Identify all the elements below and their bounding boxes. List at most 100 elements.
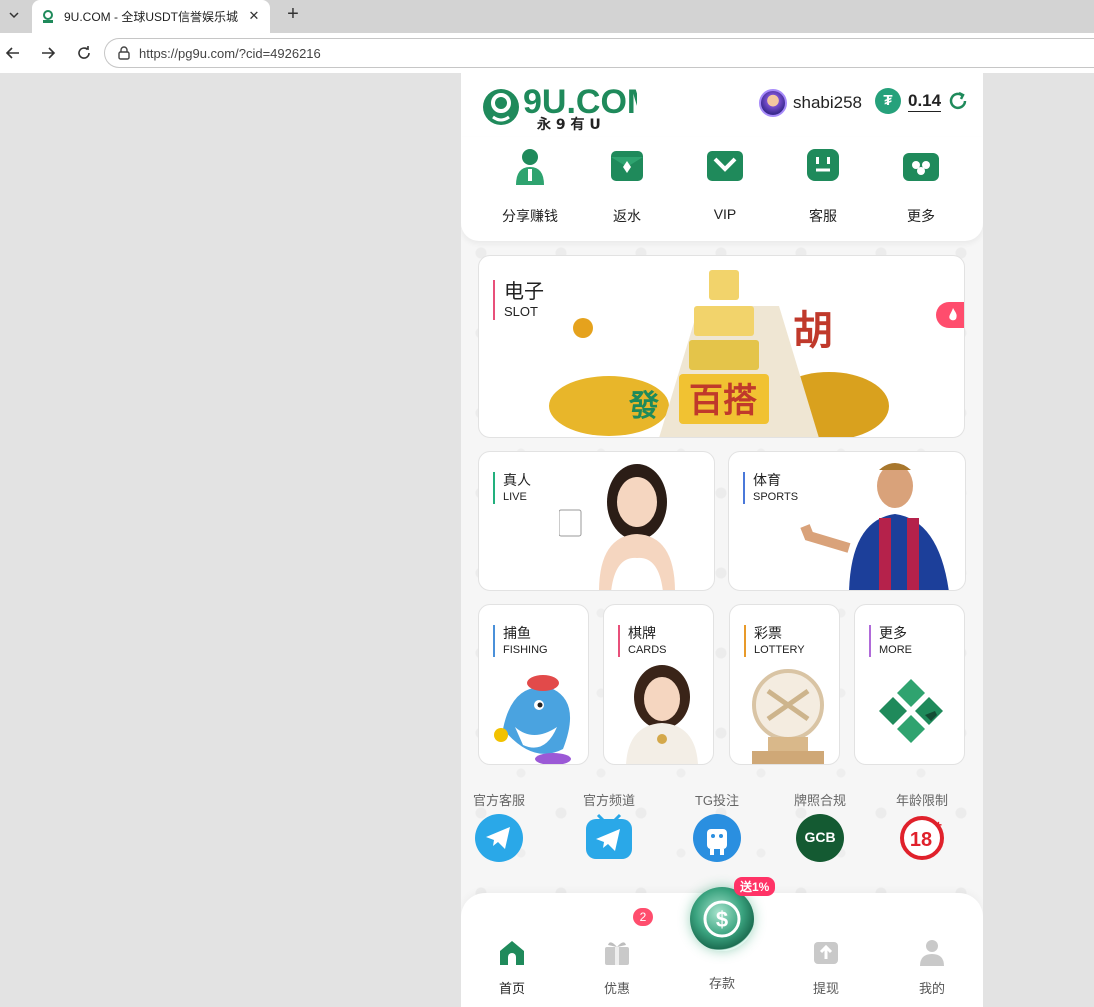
more-cards-icon	[903, 153, 939, 181]
quick-menu: 分享赚钱 返水 VIP 客服 更多	[461, 137, 983, 241]
game-card-live[interactable]: 真人 LIVE	[478, 451, 715, 591]
svg-text:$: $	[716, 907, 728, 932]
tab-title: 9U.COM - 全球USDT信誉娱乐城	[64, 10, 239, 24]
card-title: 电子 SLOT	[493, 280, 544, 320]
browser-toolbar: https://pg9u.com/?cid=4926216	[0, 33, 1094, 73]
social-age-restriction[interactable]: 年龄限制 18 +	[877, 793, 967, 868]
social-license-compliance[interactable]: 牌照合规 GCB	[775, 793, 865, 868]
game-card-fishing[interactable]: 捕鱼 FISHING	[478, 604, 589, 765]
quick-item-label: 返水	[613, 208, 641, 224]
nav-deposit[interactable]: 存款	[687, 937, 757, 992]
back-arrow-icon[interactable]	[2, 42, 24, 64]
card-title: 真人 LIVE	[493, 472, 531, 504]
nav-mine-label: 我的	[918, 981, 945, 996]
refresh-balance-icon[interactable]	[947, 90, 969, 112]
card-title: 捕鱼 FISHING	[493, 625, 548, 657]
profile-icon	[920, 940, 944, 966]
nav-promo[interactable]: 优惠	[582, 937, 652, 997]
mobile-page: 9U.COM 永 9 有 U shabi258 ₮ 0.14 分享赚钱 返水	[461, 73, 983, 1007]
forward-arrow-icon[interactable]	[37, 42, 59, 64]
hot-flame-icon	[936, 302, 964, 328]
slot-mahjong-artwork: 百搭 胡 發	[549, 270, 889, 437]
quick-item-label: 更多	[907, 208, 935, 224]
browser-tab-active[interactable]: 9U.COM - 全球USDT信誉娱乐城 ✕	[32, 0, 270, 33]
tab-close-icon[interactable]: ✕	[246, 8, 262, 24]
quick-item-rebate[interactable]: 返水	[587, 145, 667, 226]
new-tab-plus-icon[interactable]: +	[282, 4, 304, 26]
nav-withdraw-label: 提现	[812, 981, 839, 996]
rebate-envelope-icon	[611, 151, 643, 181]
telegram-icon	[475, 814, 523, 862]
quick-item-customer-service[interactable]: 客服	[783, 145, 863, 226]
card-title-zh: 电子	[504, 281, 544, 303]
more-diamonds-icon	[879, 679, 943, 743]
game-card-slot[interactable]: 电子 SLOT 百搭 胡 發	[478, 255, 965, 438]
svg-text:永 9 有 U: 永 9 有 U	[536, 116, 601, 131]
balance-display: ₮ 0.14	[875, 88, 969, 114]
social-label: 官方频道	[582, 793, 635, 808]
tab-search-chevron-icon[interactable]	[0, 0, 28, 30]
vip-icon	[707, 151, 743, 181]
nav-withdraw[interactable]: 提现	[791, 937, 861, 997]
lottery-machine-artwork	[752, 669, 824, 764]
site-header: 9U.COM 永 9 有 U shabi258 ₮ 0.14	[461, 73, 983, 137]
svg-text:GCB: GCB	[804, 829, 835, 845]
quick-item-label: VIP	[713, 206, 737, 222]
social-label: 年龄限制	[895, 793, 948, 808]
site-info-lock-icon[interactable]	[117, 46, 131, 60]
avatar[interactable]	[759, 89, 787, 117]
svg-text:+: +	[935, 818, 942, 832]
bottom-nav: 首页 优惠 2 $ 送1% 存款 提现 我的	[461, 877, 983, 1007]
nav-mine[interactable]: 我的	[897, 937, 967, 997]
card-title-en: FISHING	[503, 644, 548, 656]
quick-item-vip[interactable]: VIP	[685, 145, 765, 222]
withdraw-icon	[814, 942, 838, 964]
svg-text:胡: 胡	[793, 308, 833, 354]
card-title: 棋牌 CARDS	[618, 625, 667, 657]
social-official-support[interactable]: 官方客服	[461, 793, 544, 868]
card-title-zh: 更多	[879, 625, 907, 641]
game-card-cards[interactable]: 棋牌 CARDS	[603, 604, 714, 765]
live-dealer-artwork	[559, 464, 675, 590]
customer-service-icon	[807, 149, 839, 181]
card-title-zh: 捕鱼	[503, 625, 531, 641]
card-title-en: SPORTS	[753, 491, 799, 503]
browser-tab-bar: 9U.COM - 全球USDT信誉娱乐城 ✕ +	[0, 0, 1094, 33]
card-title-en: MORE	[879, 644, 912, 656]
page-viewport: 9U.COM 永 9 有 U shabi258 ₮ 0.14 分享赚钱 返水	[0, 73, 1094, 1007]
social-official-channel[interactable]: 官方频道	[564, 793, 654, 868]
deposit-bonus-tag: 送1%	[734, 877, 776, 896]
svg-text:9U.COM: 9U.COM	[523, 83, 637, 121]
home-icon	[500, 941, 524, 965]
address-bar[interactable]: https://pg9u.com/?cid=4926216	[104, 38, 1094, 68]
quick-item-label: 分享赚钱	[502, 208, 558, 224]
nav-promo-label: 优惠	[603, 981, 630, 996]
nav-home-label: 首页	[498, 981, 525, 996]
card-title: 体育 SPORTS	[743, 472, 798, 504]
nav-deposit-label: 存款	[708, 976, 735, 991]
game-card-more[interactable]: 更多 MORE	[854, 604, 965, 765]
age-18-icon: 18+	[900, 816, 944, 860]
game-card-lottery[interactable]: 彩票 LOTTERY	[729, 604, 840, 765]
svg-text:百搭: 百搭	[689, 381, 757, 421]
quick-item-share-earn[interactable]: 分享赚钱	[490, 145, 570, 226]
gift-icon	[605, 942, 629, 965]
card-title-en: LIVE	[503, 491, 527, 503]
social-tg-betting[interactable]: TG投注	[672, 793, 762, 868]
card-title-en: LOTTERY	[754, 644, 805, 656]
reload-icon[interactable]	[73, 42, 95, 64]
username: shabi258	[793, 93, 863, 112]
card-title-en: CARDS	[628, 644, 667, 656]
site-logo[interactable]: 9U.COM 永 9 有 U	[477, 79, 637, 131]
card-title-zh: 体育	[753, 472, 781, 488]
fishing-shark-artwork	[494, 675, 571, 764]
game-card-sports[interactable]: 体育 SPORTS	[728, 451, 966, 591]
sports-player-artwork	[800, 463, 949, 590]
gcb-license-icon: GCB	[796, 814, 844, 862]
cards-dealer-artwork	[626, 665, 698, 764]
share-money-icon	[516, 149, 544, 185]
usdt-tether-icon: ₮	[875, 88, 901, 114]
nav-home[interactable]: 首页	[477, 937, 547, 997]
quick-item-more[interactable]: 更多	[881, 145, 961, 226]
user-profile[interactable]: shabi258	[759, 89, 862, 117]
